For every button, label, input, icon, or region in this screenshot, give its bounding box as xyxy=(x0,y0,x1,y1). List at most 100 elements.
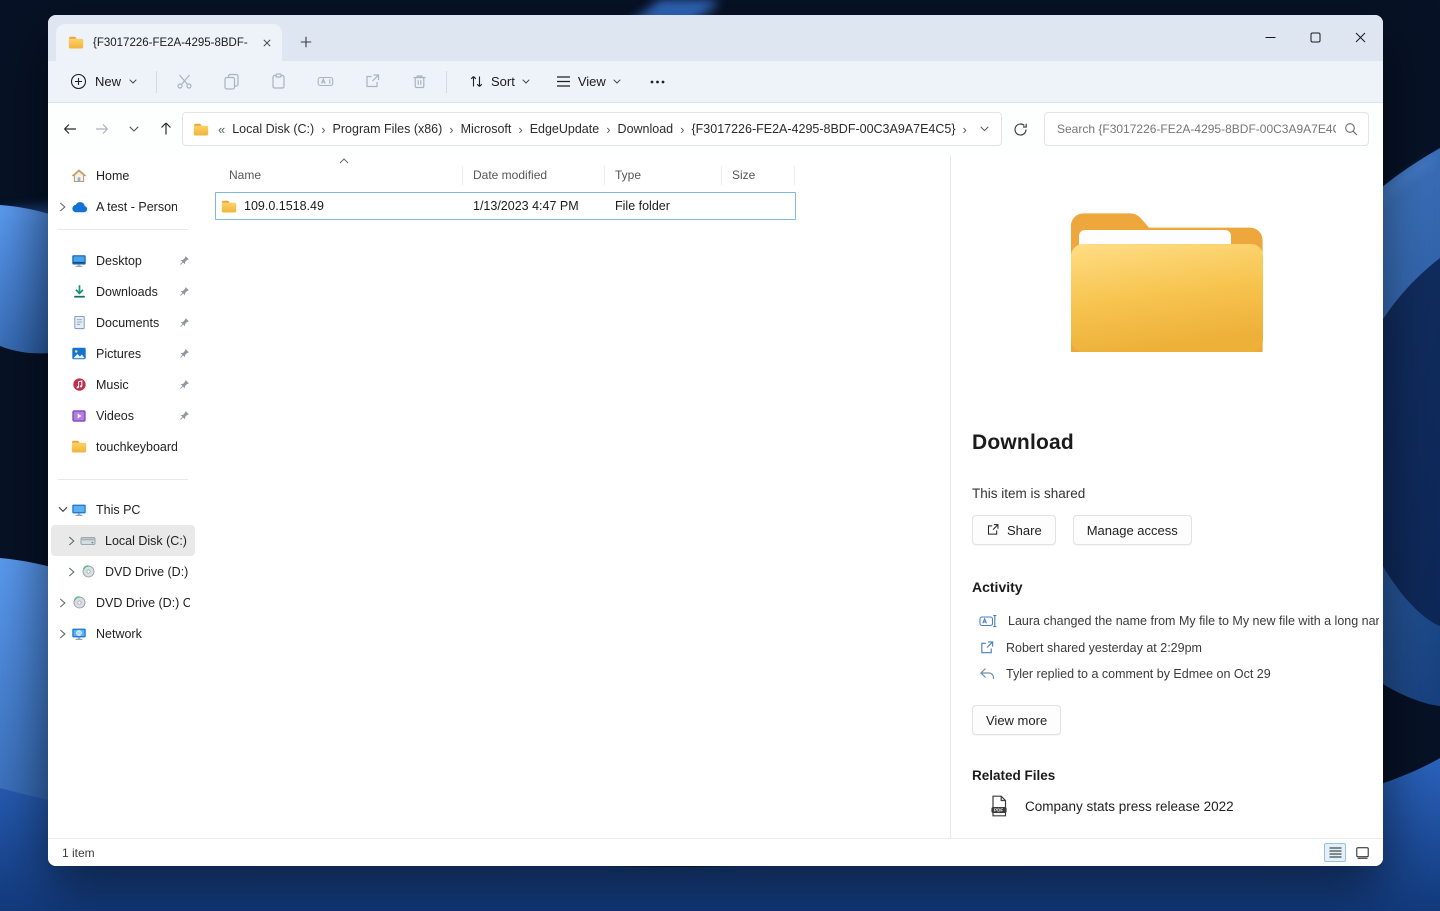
sidebar-item-onedrive-personal[interactable]: A test - Personal xyxy=(51,191,195,222)
recent-locations-icon[interactable] xyxy=(118,113,150,145)
edit-actions xyxy=(164,66,439,98)
minimize-button[interactable] xyxy=(1248,15,1293,59)
sidebar-item-videos[interactable]: Videos xyxy=(51,400,195,431)
preview-icon-area xyxy=(951,155,1383,360)
sidebar-item-touchkeyboard[interactable]: touchkeyboard xyxy=(51,431,195,462)
view-button[interactable]: View xyxy=(545,66,632,98)
more-options-icon[interactable] xyxy=(638,66,678,98)
address-dropdown-icon[interactable] xyxy=(971,115,997,143)
column-header-date-modified[interactable]: Date modified xyxy=(463,166,605,185)
navigation-pane: Home A test - Personal Desktop xyxy=(48,155,198,838)
sidebar-item-dvd-drive-d-ccc[interactable]: DVD Drive (D:) CCC xyxy=(51,587,195,618)
breadcrumb-item[interactable]: Local Disk (C:) xyxy=(226,122,320,136)
file-row[interactable]: 109.0.1518.49 1/13/2023 4:47 PM File fol… xyxy=(215,192,796,220)
sidebar-item-label: Documents xyxy=(96,316,177,330)
onedrive-icon xyxy=(70,199,88,215)
file-name: 109.0.1518.49 xyxy=(244,199,324,213)
column-header-name[interactable]: Name xyxy=(215,166,463,185)
sidebar-item-music[interactable]: Music xyxy=(51,369,195,400)
refresh-icon[interactable] xyxy=(1002,113,1038,145)
new-tab-button[interactable] xyxy=(292,28,320,56)
activity-text: Laura changed the name from My file to M… xyxy=(1008,614,1379,628)
rename-icon[interactable] xyxy=(305,66,345,98)
large-icons-view-toggle-icon[interactable] xyxy=(1351,843,1373,862)
chevron-down-icon[interactable] xyxy=(55,506,70,513)
explorer-tab[interactable]: {F3017226-FE2A-4295-8BDF-0 xyxy=(56,24,282,61)
network-icon xyxy=(70,626,88,642)
tab-close-icon[interactable] xyxy=(257,33,276,52)
view-more-label: View more xyxy=(986,713,1047,728)
new-button[interactable]: New xyxy=(58,66,149,98)
share-icon xyxy=(979,640,995,656)
manage-access-label: Manage access xyxy=(1087,523,1178,538)
reply-icon xyxy=(979,667,995,681)
sidebar-item-label: Downloads xyxy=(96,285,177,299)
copy-icon[interactable] xyxy=(211,66,251,98)
tab-title: {F3017226-FE2A-4295-8BDF-0 xyxy=(93,37,248,49)
cut-icon[interactable] xyxy=(164,66,204,98)
breadcrumb-item[interactable]: Program Files (x86) xyxy=(327,122,449,136)
sidebar-item-label: This PC xyxy=(96,503,177,517)
search-input[interactable] xyxy=(1057,122,1336,136)
column-header-type[interactable]: Type xyxy=(605,166,722,185)
sidebar-item-documents[interactable]: Documents xyxy=(51,307,195,338)
chevron-right-icon[interactable] xyxy=(55,202,70,212)
chevron-right-icon[interactable] xyxy=(55,629,70,639)
sidebar-item-label: Videos xyxy=(96,409,177,423)
music-icon xyxy=(70,377,88,393)
sidebar-item-pictures[interactable]: Pictures xyxy=(51,338,195,369)
column-header-size[interactable]: Size xyxy=(722,166,795,185)
documents-icon xyxy=(70,315,88,331)
sidebar-item-dvd-drive-d-cc[interactable]: DVD Drive (D:) CC xyxy=(51,556,195,587)
chevron-right-icon[interactable] xyxy=(64,567,79,577)
breadcrumb-overflow[interactable]: « xyxy=(217,122,226,137)
sidebar-item-label: Pictures xyxy=(96,347,177,361)
sidebar-divider xyxy=(58,479,188,480)
activity-text: Robert shared yesterday at 2:29pm xyxy=(1006,641,1202,655)
window-controls xyxy=(1248,15,1383,59)
breadcrumb-item[interactable]: Microsoft xyxy=(455,122,518,136)
breadcrumb[interactable]: « Local Disk (C:) › Program Files (x86) … xyxy=(182,112,1002,146)
chevron-right-icon[interactable] xyxy=(64,536,79,546)
column-headers: Name Date modified Type Size xyxy=(215,160,950,190)
pin-icon xyxy=(177,379,190,390)
breadcrumb-item[interactable]: EdgeUpdate xyxy=(524,122,606,136)
maximize-button[interactable] xyxy=(1293,15,1338,59)
sidebar-item-label: Home xyxy=(96,169,177,183)
chevron-right-icon[interactable] xyxy=(55,598,70,608)
share-button[interactable]: Share xyxy=(972,515,1056,545)
desktop-icon xyxy=(70,253,88,269)
breadcrumb-item[interactable]: Download xyxy=(612,122,680,136)
search-icon[interactable] xyxy=(1344,122,1358,136)
sidebar-item-this-pc[interactable]: This PC xyxy=(51,494,195,525)
address-row: « Local Disk (C:) › Program Files (x86) … xyxy=(48,103,1383,155)
sidebar-item-local-disk-c[interactable]: Local Disk (C:) xyxy=(51,525,195,556)
paste-icon[interactable] xyxy=(258,66,298,98)
shared-status-text: This item is shared xyxy=(972,486,1379,501)
details-view-toggle-icon[interactable] xyxy=(1324,843,1346,862)
related-file-item[interactable]: PDF Company stats press release 2022 xyxy=(972,795,1379,817)
delete-icon[interactable] xyxy=(399,66,439,98)
forward-icon[interactable] xyxy=(86,113,118,145)
sort-button[interactable]: Sort xyxy=(458,66,541,98)
view-more-button[interactable]: View more xyxy=(972,705,1061,735)
pdf-file-icon: PDF xyxy=(989,795,1009,817)
close-button[interactable] xyxy=(1338,15,1383,59)
item-count: 1 item xyxy=(62,846,95,860)
sidebar-item-home[interactable]: Home xyxy=(51,160,195,191)
sort-button-label: Sort xyxy=(491,74,515,89)
sidebar-item-network[interactable]: Network xyxy=(51,618,195,649)
activity-item: Laura changed the name from My file to M… xyxy=(972,613,1379,629)
sidebar-item-desktop[interactable]: Desktop xyxy=(51,245,195,276)
manage-access-button[interactable]: Manage access xyxy=(1073,515,1192,545)
pin-icon xyxy=(177,317,190,328)
breadcrumb-item[interactable]: {F3017226-FE2A-4295-8BDF-00C3A9A7E4C5} xyxy=(685,122,961,136)
back-icon[interactable] xyxy=(54,113,86,145)
sidebar-item-downloads[interactable]: Downloads xyxy=(51,276,195,307)
file-type: File folder xyxy=(605,199,722,213)
sidebar-item-label: Music xyxy=(96,378,177,392)
content-area: Home A test - Personal Desktop xyxy=(48,155,1383,838)
share-icon[interactable] xyxy=(352,66,392,98)
up-icon[interactable] xyxy=(150,113,182,145)
sidebar-item-label: DVD Drive (D:) CCC xyxy=(96,596,190,610)
